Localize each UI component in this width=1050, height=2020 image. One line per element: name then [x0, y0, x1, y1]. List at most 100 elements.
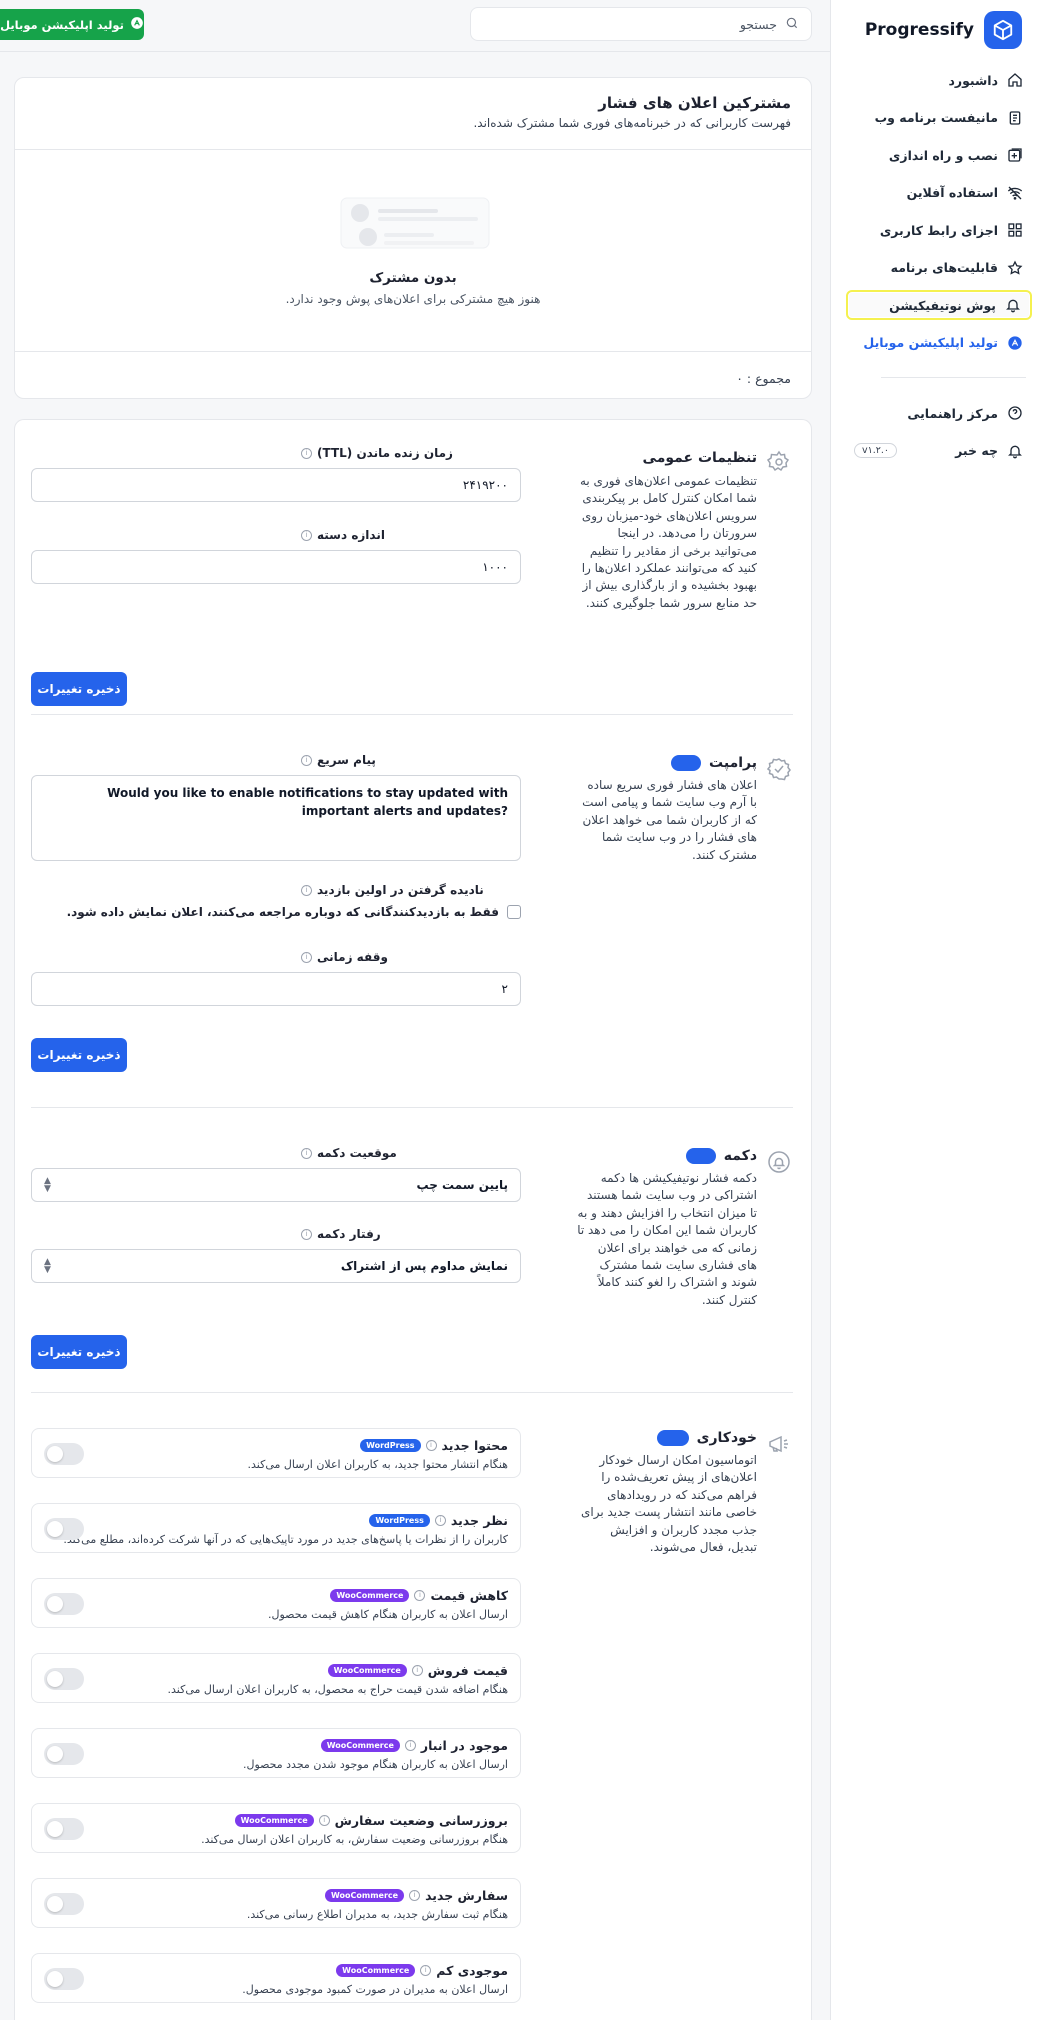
automation-item-desc: هنگام بروزرسانی وضعیت سفارش، به کاربران …	[201, 1833, 508, 1846]
info-icon[interactable]: i	[434, 1515, 446, 1526]
bell-icon	[1006, 442, 1024, 460]
sidebar-item-label: مرکز راهنمایی	[907, 405, 998, 421]
automation-item-title: قیمت فروش	[427, 1663, 508, 1678]
prompt-title: پرامپت	[671, 755, 757, 771]
generate-mobile-app-label: تولید اپلیکیشن موبایل	[0, 17, 124, 32]
button-behavior-select[interactable]: نمایش مداوم پس از اشتراک ▲ ▼	[31, 1249, 521, 1283]
info-icon[interactable]: i	[301, 529, 312, 541]
button-behavior-value: نمایش مداوم پس از اشتراک	[340, 1259, 508, 1273]
button-position-select[interactable]: پایین سمت چپ ▲ ▼	[31, 1168, 521, 1202]
delay-input[interactable]	[31, 972, 521, 1006]
sidebar-item-ui-components[interactable]: اجزای رابط کاربری	[846, 215, 1032, 245]
search-box[interactable]	[470, 7, 812, 41]
prompt-toggle[interactable]	[671, 755, 702, 771]
save-button-settings-button[interactable]: ذخیره تغییرات	[31, 1335, 127, 1369]
ttl-label: زمان زنده ماندن (TTL) i	[301, 446, 453, 460]
button-behavior-label: رفتار دکمه i	[301, 1227, 381, 1241]
automation-toggle[interactable]	[656, 1430, 689, 1446]
info-icon[interactable]: i	[301, 754, 312, 766]
automation-section: خودکاری اتوماسیون امکان ارسال خودکار اعل…	[31, 1428, 793, 2018]
automation-title: خودکاری	[656, 1430, 757, 1446]
automation-item-toggle[interactable]	[44, 1818, 84, 1840]
generate-mobile-app-button[interactable]: تولید اپلیکیشن موبایل	[0, 9, 144, 40]
automation-item-back-in-stock: موجود در انبار i WooCommerce ارسال اعلان…	[31, 1728, 521, 1778]
delay-label: وقفه زمانی i	[301, 950, 388, 964]
button-description: دکمه فشار نوتیفیکیشن ها دکمه اشتراکی در …	[577, 1171, 757, 1307]
skip-first-visit-row[interactable]: فقط به بازدیدکنندگانی که دوباره مراجعه م…	[31, 905, 521, 919]
info-icon[interactable]: i	[301, 1147, 312, 1159]
sidebar-item-whats-new[interactable]: چه خبر v۱.۲.۰	[846, 436, 1032, 466]
bell-circle-icon	[765, 1148, 793, 1176]
button-title: دکمه	[685, 1148, 757, 1164]
sidebar-item-mobile-app[interactable]: تولید اپلیکیشن موبایل	[846, 328, 1032, 358]
subscribers-card: مشترکین اعلان های فشار فهرست کاربرانی که…	[14, 77, 812, 399]
sidebar-item-dashboard[interactable]: داشبورد	[846, 65, 1032, 95]
save-general-button[interactable]: ذخیره تغییرات	[31, 672, 127, 706]
ttl-label-text: زمان زنده ماندن (TTL)	[317, 446, 453, 460]
delay-label-text: وقفه زمانی	[317, 950, 388, 964]
sidebar-nav-secondary: مرکز راهنمایی چه خبر v۱.۲.۰	[846, 398, 1032, 473]
general-settings-title-text: تنظیمات عمومی	[642, 450, 757, 466]
automation-item-new-content: محتوا جدید i WordPress هنگام انتشار محتو…	[31, 1428, 521, 1478]
automation-item-desc: ارسال اعلان به مدیران در صورت کمبود موجو…	[242, 1983, 508, 1996]
info-icon[interactable]: i	[318, 1815, 330, 1826]
automation-item-toggle[interactable]	[44, 1668, 84, 1690]
automation-item-toggle[interactable]	[44, 1893, 84, 1915]
automation-item-toggle[interactable]	[44, 1968, 84, 1990]
sidebar-item-label: استفاده آفلاین	[906, 185, 998, 200]
skip-first-visit-checkbox[interactable]	[507, 905, 521, 919]
wifi-off-icon	[1006, 184, 1024, 202]
button-position-label-text: موقعیت دکمه	[317, 1146, 397, 1160]
automation-item-title: سفارش جدید	[425, 1888, 508, 1903]
chevron-up-down-icon: ▲ ▼	[44, 1175, 51, 1194]
info-icon[interactable]: i	[404, 1740, 416, 1751]
info-icon[interactable]: i	[301, 951, 312, 963]
badge-check-icon	[765, 755, 793, 783]
sidebar-item-install[interactable]: نصب و راه اندازی	[846, 140, 1032, 170]
automation-item-toggle[interactable]	[44, 1743, 84, 1765]
save-prompt-button[interactable]: ذخیره تغییرات	[31, 1038, 127, 1072]
prompt-message-label-text: پیام سریع	[317, 753, 376, 767]
help-icon	[1006, 404, 1024, 422]
search-input[interactable]	[483, 16, 777, 32]
woocommerce-badge: WooCommerce	[320, 1739, 400, 1752]
general-settings-description: تنظیمات عمومی اعلان‌های فوری به شما امکا…	[579, 474, 757, 610]
prompt-message-textarea[interactable]: Would you like to enable notifications t…	[31, 775, 521, 861]
settings-card: تنظیمات عمومی تنظیمات عمومی اعلان‌های فو…	[14, 419, 812, 2020]
automation-item-toggle[interactable]	[44, 1518, 84, 1540]
batch-size-input[interactable]	[31, 550, 521, 584]
info-icon[interactable]: i	[420, 1965, 432, 1976]
sidebar-divider	[881, 377, 1026, 378]
button-position-label: موقعیت دکمه i	[301, 1146, 397, 1160]
wordpress-badge: WordPress	[369, 1514, 430, 1527]
subscribers-header: مشترکین اعلان های فشار فهرست کاربرانی که…	[15, 78, 811, 150]
app-icon	[1006, 334, 1024, 352]
sidebar-item-manifest[interactable]: مانیفست برنامه وب	[846, 103, 1032, 133]
brand[interactable]: Progressify	[865, 10, 1022, 50]
prompt-message-label: پیام سریع i	[301, 753, 376, 767]
info-icon[interactable]: i	[301, 447, 312, 459]
ttl-input[interactable]	[31, 468, 521, 502]
document-icon	[1006, 109, 1024, 127]
automation-item-title: موجود در انبار	[420, 1738, 508, 1753]
automation-item-title: کاهش قیمت	[430, 1588, 508, 1603]
woocommerce-badge: WooCommerce	[336, 1964, 416, 1977]
info-icon[interactable]: i	[414, 1590, 426, 1601]
automation-item-title: محتوا جدید	[441, 1438, 508, 1453]
sidebar-item-app-features[interactable]: قابلیت‌های برنامه	[846, 253, 1032, 283]
info-icon[interactable]: i	[301, 1228, 312, 1240]
info-icon[interactable]: i	[301, 884, 312, 896]
skip-first-visit-checkbox-label: فقط به بازدیدکنندگانی که دوباره مراجعه م…	[66, 905, 499, 919]
subscribers-description: فهرست کاربرانی که در خبرنامه‌های فوری شم…	[473, 116, 791, 130]
automation-item-toggle[interactable]	[44, 1443, 84, 1465]
sidebar-item-offline[interactable]: استفاده آفلاین	[846, 178, 1032, 208]
sidebar-item-help[interactable]: مرکز راهنمایی	[846, 398, 1032, 428]
info-icon[interactable]: i	[409, 1890, 421, 1901]
button-toggle[interactable]	[685, 1148, 716, 1164]
info-icon[interactable]: i	[425, 1440, 437, 1451]
automation-item-sale-price: قیمت فروش i WooCommerce هنگام اضافه شدن …	[31, 1653, 521, 1703]
chevron-up-down-icon: ▲ ▼	[44, 1256, 51, 1275]
automation-item-toggle[interactable]	[44, 1593, 84, 1615]
sidebar-item-push-notification[interactable]: پوش نوتیفیکیشن	[846, 290, 1032, 320]
info-icon[interactable]: i	[411, 1665, 423, 1676]
